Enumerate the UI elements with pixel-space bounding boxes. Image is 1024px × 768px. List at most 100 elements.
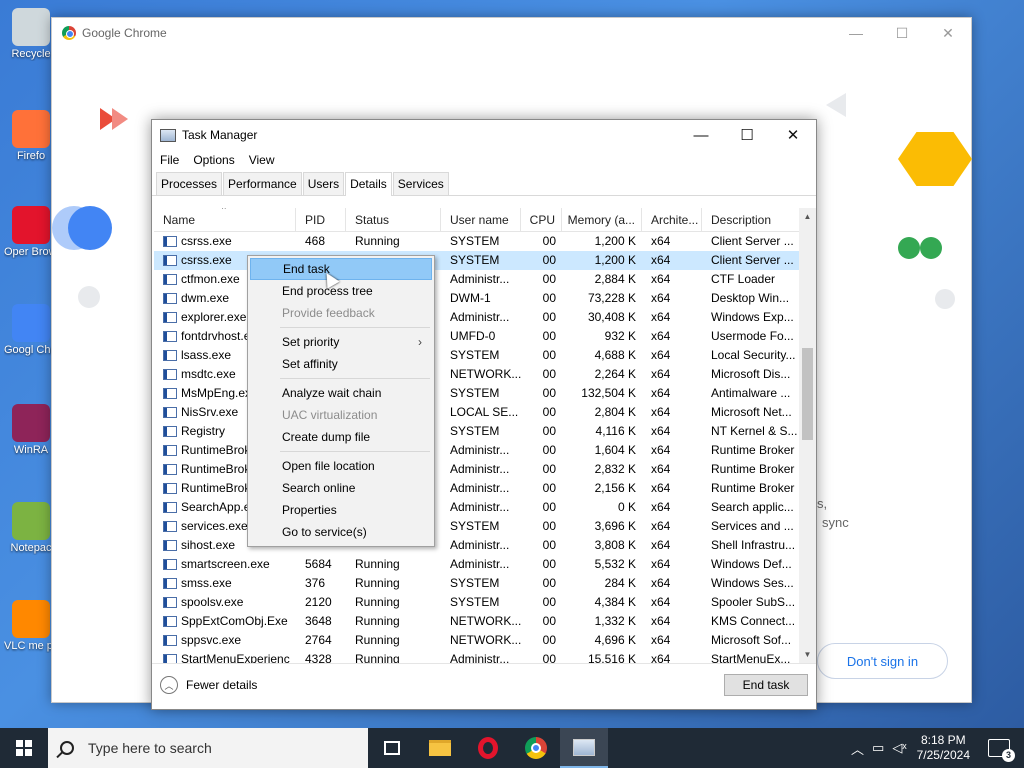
- chrome-minimize-button[interactable]: —: [833, 18, 879, 48]
- tab-performance[interactable]: Performance: [223, 172, 302, 195]
- col-user[interactable]: User name: [441, 208, 521, 231]
- volume-muted-icon[interactable]: ◁ˣ: [892, 740, 906, 756]
- table-row[interactable]: spoolsv.exe 2120 Running SYSTEM 00 4,384 K x64…: [154, 593, 816, 612]
- desktop-icon-label: Googl Chron: [4, 344, 58, 356]
- cell-pid: 376: [305, 576, 326, 590]
- process-icon: [163, 502, 177, 513]
- process-icon: [163, 559, 177, 570]
- vertical-scrollbar[interactable]: ▲ ▼: [799, 208, 816, 663]
- table-row[interactable]: SppExtComObj.Exe 3648 Running NETWORK... 00 1…: [154, 612, 816, 631]
- table-row[interactable]: smartscreen.exe 5684 Running Administr... 00…: [154, 555, 816, 574]
- col-pid[interactable]: PID: [296, 208, 346, 231]
- cell-desc: Microsoft Dis...: [711, 367, 791, 381]
- chevron-up-icon: ︿: [160, 676, 178, 694]
- cell-name: sppsvc.exe: [154, 631, 296, 650]
- tm-minimize-button[interactable]: —: [678, 120, 724, 150]
- cell-arch: x64: [651, 557, 671, 571]
- context-menu-item[interactable]: End process tree: [250, 280, 432, 302]
- scroll-down-icon[interactable]: ▼: [799, 646, 816, 663]
- col-cpu[interactable]: CPU: [521, 208, 562, 231]
- context-menu-item[interactable]: Create dump file: [250, 426, 432, 448]
- grey-dot-shape: [78, 286, 100, 308]
- opera-taskbar-button[interactable]: [464, 728, 512, 768]
- process-icon: [163, 445, 177, 456]
- tm-close-button[interactable]: ✕: [770, 120, 816, 150]
- desktop-icon[interactable]: Firefo: [4, 110, 58, 163]
- cell-name: csrss.exe: [154, 232, 296, 251]
- cell-cpu: 00: [542, 291, 556, 305]
- desktop-icon[interactable]: WinRA: [4, 404, 58, 457]
- chrome-close-button[interactable]: ✕: [925, 18, 971, 48]
- context-menu-item[interactable]: Go to service(s): [250, 521, 432, 543]
- cell-user: LOCAL SE...: [450, 405, 519, 419]
- yellow-hex-shape: [898, 132, 972, 186]
- dont-sign-in-button[interactable]: Don't sign in: [817, 643, 948, 679]
- tm-maximize-button[interactable]: ☐: [724, 120, 770, 150]
- cell-mem: 4,696 K: [594, 633, 636, 647]
- context-menu-item[interactable]: Set priority ›: [250, 331, 432, 353]
- notifications-button[interactable]: 3: [988, 739, 1015, 762]
- menu-separator: [280, 327, 430, 328]
- chrome-taskbar-button[interactable]: [512, 728, 560, 768]
- cell-desc: Services and ...: [711, 519, 794, 533]
- scroll-thumb[interactable]: [802, 348, 813, 440]
- table-row[interactable]: smss.exe 376 Running SYSTEM 00 284 K x64 Window…: [154, 574, 816, 593]
- desktop-icon[interactable]: Googl Chron: [4, 304, 58, 357]
- cell-desc: NT Kernel & S...: [711, 424, 798, 438]
- process-icon: [163, 369, 177, 380]
- task-manager-taskbar-button[interactable]: [560, 728, 608, 768]
- cell-cpu: 00: [542, 462, 556, 476]
- col-memory[interactable]: Memory (a...: [562, 208, 642, 231]
- chrome-logo-icon: [62, 26, 76, 40]
- col-description[interactable]: Description: [702, 208, 800, 231]
- context-menu-item[interactable]: Properties: [250, 499, 432, 521]
- tab-details[interactable]: Details: [345, 172, 392, 196]
- context-menu-item[interactable]: Search online: [250, 477, 432, 499]
- cell-cpu: 00: [542, 500, 556, 514]
- app-icon: [12, 8, 50, 46]
- cell-mem: 1,604 K: [594, 443, 636, 457]
- fewer-details-link[interactable]: ︿ Fewer details: [160, 676, 257, 694]
- desktop-icon-label: Firefo: [16, 150, 46, 162]
- context-menu-item[interactable]: Set affinity: [250, 353, 432, 375]
- menu-file[interactable]: File: [160, 150, 179, 170]
- cell-pid: 4328: [305, 652, 332, 663]
- cell-cpu: 00: [542, 633, 556, 647]
- clock[interactable]: 8:18 PM 7/25/2024: [917, 733, 970, 763]
- tab-services[interactable]: Services: [392, 172, 449, 195]
- grey-triangle-shape: [826, 93, 846, 117]
- context-menu-item[interactable]: Open file location: [250, 455, 432, 477]
- cell-cpu: 00: [542, 329, 556, 343]
- app-icon: [12, 206, 50, 244]
- cell-cpu: 00: [542, 443, 556, 457]
- cell-cpu: 00: [542, 348, 556, 362]
- chevron-up-tray-icon[interactable]: ︿: [851, 739, 864, 758]
- col-status[interactable]: Status: [346, 208, 441, 231]
- start-button[interactable]: [0, 728, 48, 768]
- cell-status: Running: [355, 595, 400, 609]
- file-explorer-taskbar-button[interactable]: [416, 728, 464, 768]
- table-row[interactable]: csrss.exe 468 Running SYSTEM 00 1,200 K x64 Cli…: [154, 232, 816, 251]
- col-arch[interactable]: Archite...: [642, 208, 702, 231]
- desktop-icon[interactable]: Notepac: [4, 502, 58, 555]
- menu-options[interactable]: Options: [193, 150, 234, 170]
- tab-processes[interactable]: Processes: [156, 172, 223, 195]
- scroll-up-icon[interactable]: ▲: [799, 208, 816, 225]
- context-menu-item[interactable]: End task: [250, 258, 432, 280]
- network-icon[interactable]: ▭: [872, 740, 884, 756]
- context-menu-item[interactable]: Analyze wait chain: [250, 382, 432, 404]
- desktop-icon[interactable]: VLC me playe: [4, 600, 58, 653]
- desktop-icon[interactable]: Recycle: [4, 8, 58, 61]
- chrome-maximize-button[interactable]: ☐: [879, 18, 925, 48]
- table-row[interactable]: StartMenuExperienc 4328 Running Administr..…: [154, 650, 816, 663]
- table-row[interactable]: sppsvc.exe 2764 Running NETWORK... 00 4,696 K…: [154, 631, 816, 650]
- desktop-icon[interactable]: Oper Brows: [4, 206, 58, 259]
- menu-view[interactable]: View: [249, 150, 275, 170]
- end-task-button[interactable]: End task: [724, 674, 808, 696]
- cell-arch: x64: [651, 234, 671, 248]
- task-view-button[interactable]: [368, 728, 416, 768]
- taskbar-search-box[interactable]: Type here to search: [48, 728, 368, 768]
- cell-user: SYSTEM: [450, 595, 500, 609]
- cell-desc: StartMenuEx...: [711, 652, 791, 663]
- tab-users[interactable]: Users: [302, 172, 345, 195]
